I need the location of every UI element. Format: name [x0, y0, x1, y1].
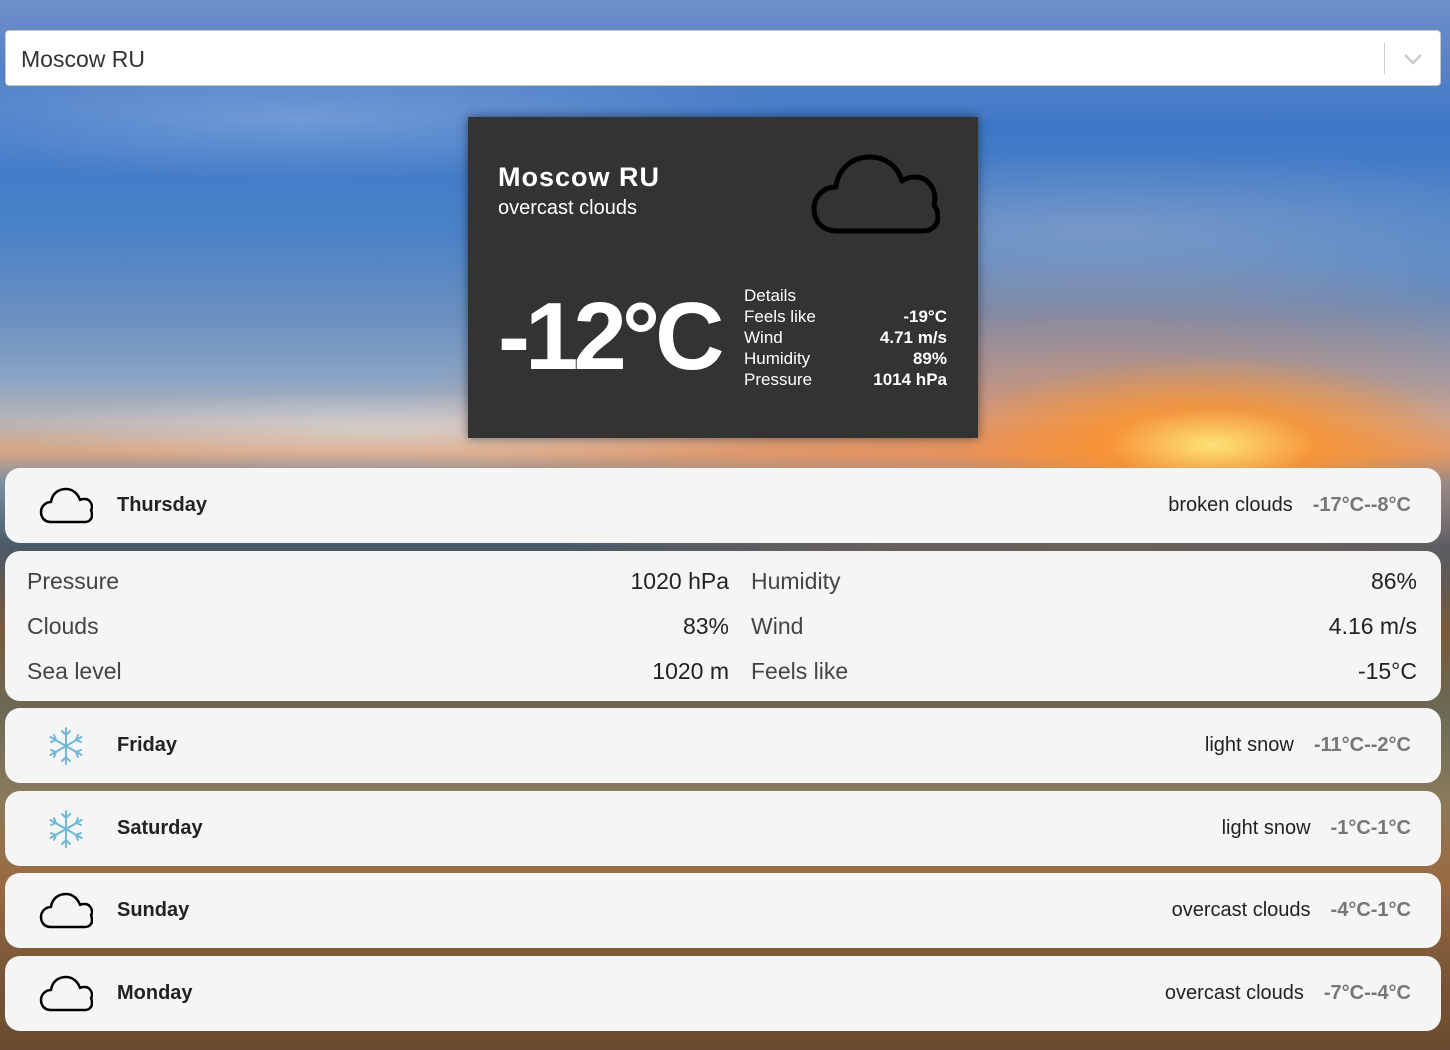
- forecast-temp-range: -1°C-1°C: [1330, 817, 1411, 839]
- detail-sea-level: Sea level 1020 m: [27, 654, 729, 699]
- detail-feels-like: Feels like -15°C: [751, 654, 1417, 699]
- detail-value: 83%: [682, 613, 729, 639]
- forecast-row-saturday[interactable]: Saturday light snow -1°C-1°C: [5, 791, 1441, 866]
- detail-label: Sea level: [27, 658, 122, 684]
- forecast-detail-panel: Pressure 1020 hPa Humidity 86% Clouds 83…: [5, 551, 1441, 701]
- detail-value: 1020 m: [652, 658, 729, 684]
- forecast-temp-range: -7°C--4°C: [1323, 982, 1411, 1004]
- cloud-icon: [39, 487, 93, 524]
- forecast-row-sunday[interactable]: Sunday overcast clouds -4°C-1°C: [5, 873, 1441, 948]
- detail-label: Clouds: [27, 613, 99, 639]
- chevron-down-icon[interactable]: [1402, 49, 1424, 69]
- detail-label: Feels like: [751, 658, 849, 684]
- city-select[interactable]: Moscow RU: [5, 30, 1441, 86]
- current-weather-card: Moscow RU overcast clouds -12°C Details …: [468, 117, 978, 438]
- forecast-description: broken clouds: [1168, 494, 1293, 516]
- current-description: overcast clouds: [498, 197, 637, 219]
- detail-row-feels-like: Feels like -19°C: [744, 306, 947, 327]
- forecast-summary: overcast clouds -7°C--4°C: [1165, 982, 1411, 1005]
- forecast-row-friday[interactable]: Friday light snow -11°C--2°C: [5, 708, 1441, 783]
- forecast-temp-range: -11°C--2°C: [1313, 734, 1411, 756]
- forecast-summary: broken clouds -17°C--8°C: [1168, 494, 1411, 517]
- forecast-summary: overcast clouds -4°C-1°C: [1172, 899, 1411, 922]
- forecast-temp-range: -4°C-1°C: [1330, 899, 1411, 921]
- detail-label: Wind: [744, 328, 783, 347]
- detail-label: Humidity: [751, 568, 841, 594]
- forecast-day: Sunday: [117, 899, 190, 921]
- cloud-icon: [39, 892, 93, 929]
- detail-wind: Wind 4.16 m/s: [751, 609, 1417, 654]
- current-temperature: -12°C: [498, 283, 724, 390]
- forecast-row-monday[interactable]: Monday overcast clouds -7°C--4°C: [5, 956, 1441, 1031]
- cloud-icon: [811, 154, 940, 234]
- detail-label: Wind: [751, 613, 804, 639]
- forecast-description: light snow: [1221, 817, 1311, 839]
- forecast-description: overcast clouds: [1164, 982, 1304, 1004]
- detail-value: -19°C: [903, 307, 947, 326]
- detail-value: 4.16 m/s: [1328, 613, 1417, 639]
- detail-label: Humidity: [744, 349, 811, 368]
- cloud-icon: [39, 975, 93, 1012]
- detail-grid: Pressure 1020 hPa Humidity 86% Clouds 83…: [27, 564, 1419, 699]
- detail-label: Pressure: [744, 370, 813, 389]
- snowflake-icon: [49, 727, 83, 765]
- detail-label: Feels like: [744, 307, 816, 326]
- forecast-day: Saturday: [117, 817, 203, 839]
- detail-value: 86%: [1370, 568, 1417, 594]
- detail-humidity: Humidity 86%: [751, 564, 1417, 609]
- current-city: Moscow RU: [498, 162, 661, 192]
- detail-row-humidity: Humidity 89%: [744, 348, 947, 369]
- detail-label: Pressure: [27, 568, 120, 594]
- forecast-day: Monday: [117, 982, 193, 1004]
- detail-clouds: Clouds 83%: [27, 609, 729, 654]
- detail-value: 4.71 m/s: [879, 328, 947, 347]
- forecast-row-thursday[interactable]: Thursday broken clouds -17°C--8°C: [5, 468, 1441, 543]
- detail-row-pressure: Pressure 1014 hPa: [744, 369, 947, 390]
- forecast-description: overcast clouds: [1171, 899, 1311, 921]
- detail-value: 1020 hPa: [630, 568, 729, 594]
- city-select-value: Moscow RU: [21, 46, 145, 72]
- detail-value: 1014 hPa: [873, 370, 947, 389]
- snowflake-icon: [49, 810, 83, 848]
- current-details: Details Feels like -19°C Wind 4.71 m/s H…: [744, 285, 947, 390]
- detail-row-wind: Wind 4.71 m/s: [744, 327, 947, 348]
- forecast-temp-range: -17°C--8°C: [1312, 494, 1411, 516]
- details-title: Details: [744, 286, 796, 305]
- forecast-summary: light snow -11°C--2°C: [1205, 734, 1411, 757]
- forecast-description: light snow: [1204, 734, 1294, 756]
- select-separator: [1384, 43, 1385, 74]
- forecast-day: Thursday: [117, 494, 208, 516]
- detail-value: -15°C: [1357, 658, 1417, 684]
- forecast-summary: light snow -1°C-1°C: [1222, 817, 1411, 840]
- detail-pressure: Pressure 1020 hPa: [27, 564, 729, 609]
- detail-value: 89%: [912, 349, 947, 368]
- forecast-day: Friday: [117, 734, 178, 756]
